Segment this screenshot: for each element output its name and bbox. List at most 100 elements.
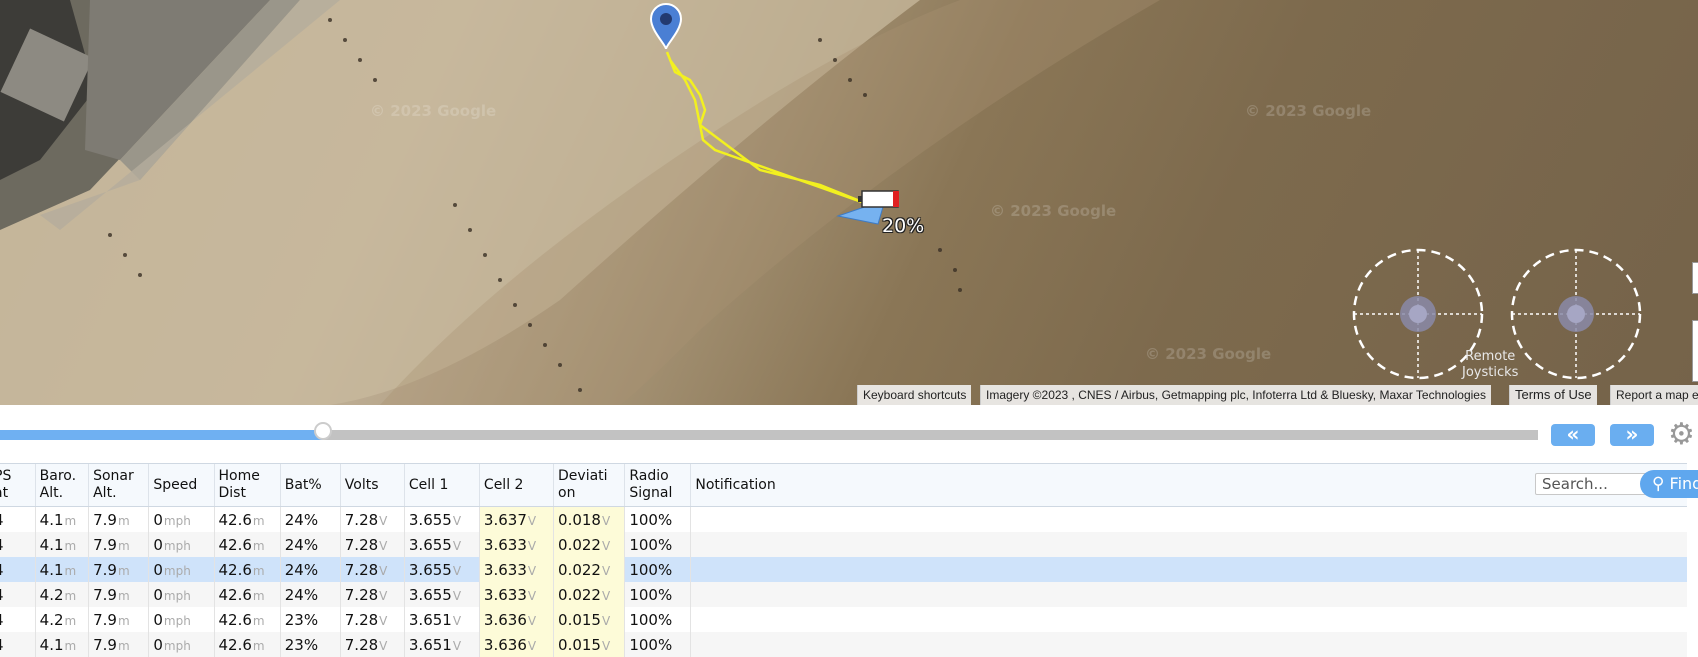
map-control-button[interactable] — [1692, 262, 1698, 294]
cell-value: 3.651 — [408, 610, 452, 629]
column-header[interactable]: Bat% — [279, 463, 341, 507]
cell-unit: V — [601, 613, 611, 628]
cell-unit: V — [379, 538, 388, 553]
cell-value: 42.6 — [218, 535, 252, 554]
column-header[interactable]: Deviati on — [553, 463, 625, 507]
gear-icon[interactable]: ⚙ — [1668, 420, 1695, 450]
remote-joysticks-label: Remote Joysticks — [1462, 349, 1518, 381]
table-row[interactable]: 44.1m7.9m0mph42.6m23%7.28V3.651V3.636V0.… — [0, 632, 1687, 657]
double-chevron-left-icon: « — [1566, 422, 1580, 446]
cell-unit: mph — [163, 513, 191, 528]
table-cell: 7.28V — [339, 607, 405, 632]
table-cell: 3.655V — [403, 557, 480, 582]
table-cell: 0mph — [148, 607, 215, 632]
report-map-error-link[interactable]: Report a map e — [1610, 385, 1698, 405]
cell-value: 4.2 — [39, 610, 64, 629]
cell-value: 100% — [629, 535, 673, 554]
column-header[interactable]: Cell 1 — [403, 463, 480, 507]
table-cell: 100% — [624, 532, 691, 557]
table-cell: 0.022V — [553, 557, 625, 582]
table-cell: 3.655V — [403, 582, 480, 607]
satellite-map[interactable]: © 2023 Google © 2023 Google © 2023 Googl… — [0, 0, 1698, 405]
column-header[interactable]: Sonar Alt. — [88, 463, 149, 507]
double-chevron-right-icon: » — [1625, 422, 1639, 446]
table-row[interactable]: 44.1m7.9m0mph42.6m24%7.28V3.655V3.633V0.… — [0, 532, 1687, 557]
column-header[interactable]: Home Dist — [213, 463, 281, 507]
table-cell: 7.9m — [88, 607, 149, 632]
table-cell: 42.6m — [213, 607, 281, 632]
cell-value: 4.1 — [39, 560, 64, 579]
map-control-button[interactable] — [1692, 320, 1698, 382]
table-cell: 7.28V — [339, 632, 405, 657]
cell-value: 3.633 — [483, 560, 527, 579]
cell-unit: V — [452, 513, 462, 528]
flight-timeline-slider[interactable] — [0, 422, 1540, 442]
next-button[interactable]: » — [1610, 424, 1654, 446]
cell-unit: m — [252, 613, 265, 628]
cell-unit: mph — [163, 538, 191, 553]
cell-value: 0.022 — [558, 535, 601, 554]
column-header[interactable]: Radio Signal — [624, 463, 691, 507]
cell-value: 24% — [284, 585, 319, 604]
map-watermark: © 2023 Google — [370, 102, 497, 120]
table-row[interactable]: 44.1m7.9m0mph42.6m24%7.28V3.655V3.637V0.… — [0, 506, 1687, 532]
cell-unit: V — [379, 563, 388, 578]
table-cell: 42.6m — [213, 532, 281, 557]
table-cell — [690, 607, 1687, 632]
joystick-label-line-1: Remote — [1465, 349, 1516, 364]
table-row[interactable]: 44.2m7.9m0mph42.6m24%7.28V3.655V3.633V0.… — [0, 582, 1687, 607]
cell-value: 0 — [153, 560, 163, 579]
cell-unit: m — [64, 613, 77, 628]
cell-value: 100% — [629, 610, 673, 629]
cell-value: 42.6 — [218, 585, 252, 604]
table-cell: 0mph — [148, 632, 215, 657]
table-cell: 4.2m — [34, 582, 89, 607]
cell-unit: m — [117, 638, 130, 653]
table-cell: 0mph — [148, 557, 215, 582]
cell-value: 100% — [629, 635, 673, 654]
table-cell: 100% — [624, 506, 691, 532]
table-cell: 24% — [279, 532, 341, 557]
cell-value: 4 — [0, 611, 4, 629]
table-cell: 4 — [0, 506, 36, 532]
timeline-track[interactable] — [0, 430, 1538, 440]
column-header[interactable]: Speed — [148, 463, 215, 507]
flight-log-table: PS atBaro. Alt.Sonar Alt.SpeedHome DistB… — [0, 463, 1687, 657]
keyboard-shortcuts-link[interactable]: Keyboard shortcuts — [857, 385, 972, 405]
table-row[interactable]: 44.2m7.9m0mph42.6m23%7.28V3.651V3.636V0.… — [0, 607, 1687, 632]
cell-value: 7.28 — [344, 560, 379, 579]
cell-value: 4 — [0, 586, 4, 604]
find-button[interactable]: ⚲ Find — [1640, 470, 1698, 498]
cell-unit: V — [452, 588, 462, 603]
column-header[interactable]: Cell 2 — [478, 463, 554, 507]
table-cell: 0.022V — [553, 532, 625, 557]
table-cell: 3.651V — [403, 607, 480, 632]
column-header[interactable]: Baro. Alt. — [34, 463, 89, 507]
cell-value: 7.28 — [344, 585, 379, 604]
cell-value: 4.2 — [39, 585, 64, 604]
column-header[interactable]: PS at — [0, 463, 36, 507]
table-cell: 24% — [279, 506, 341, 532]
column-header[interactable]: Volts — [339, 463, 405, 507]
table-cell: 24% — [279, 557, 341, 582]
terms-of-use-link[interactable]: Terms of Use — [1509, 385, 1597, 405]
table-cell: 4.1m — [34, 532, 89, 557]
map-terrain — [0, 0, 1642, 405]
cell-value: 24% — [284, 510, 319, 529]
table-row[interactable]: 44.1m7.9m0mph42.6m24%7.28V3.655V3.633V0.… — [0, 557, 1687, 582]
table-cell: 42.6m — [213, 582, 281, 607]
cell-value: 7.9 — [93, 560, 117, 579]
table-cell — [690, 557, 1687, 582]
cell-unit: m — [252, 563, 265, 578]
table-cell: 0.022V — [553, 582, 625, 607]
previous-button[interactable]: « — [1551, 424, 1595, 446]
table-cell: 7.9m — [88, 632, 149, 657]
cell-unit: V — [527, 638, 537, 653]
table-cell: 0mph — [148, 532, 215, 557]
cell-value: 23% — [284, 610, 319, 629]
table-cell — [690, 632, 1687, 657]
table-cell: 100% — [624, 557, 691, 582]
timeline-handle[interactable] — [313, 422, 332, 440]
cell-value: 4 — [0, 561, 4, 579]
table-cell: 3.637V — [478, 506, 554, 532]
